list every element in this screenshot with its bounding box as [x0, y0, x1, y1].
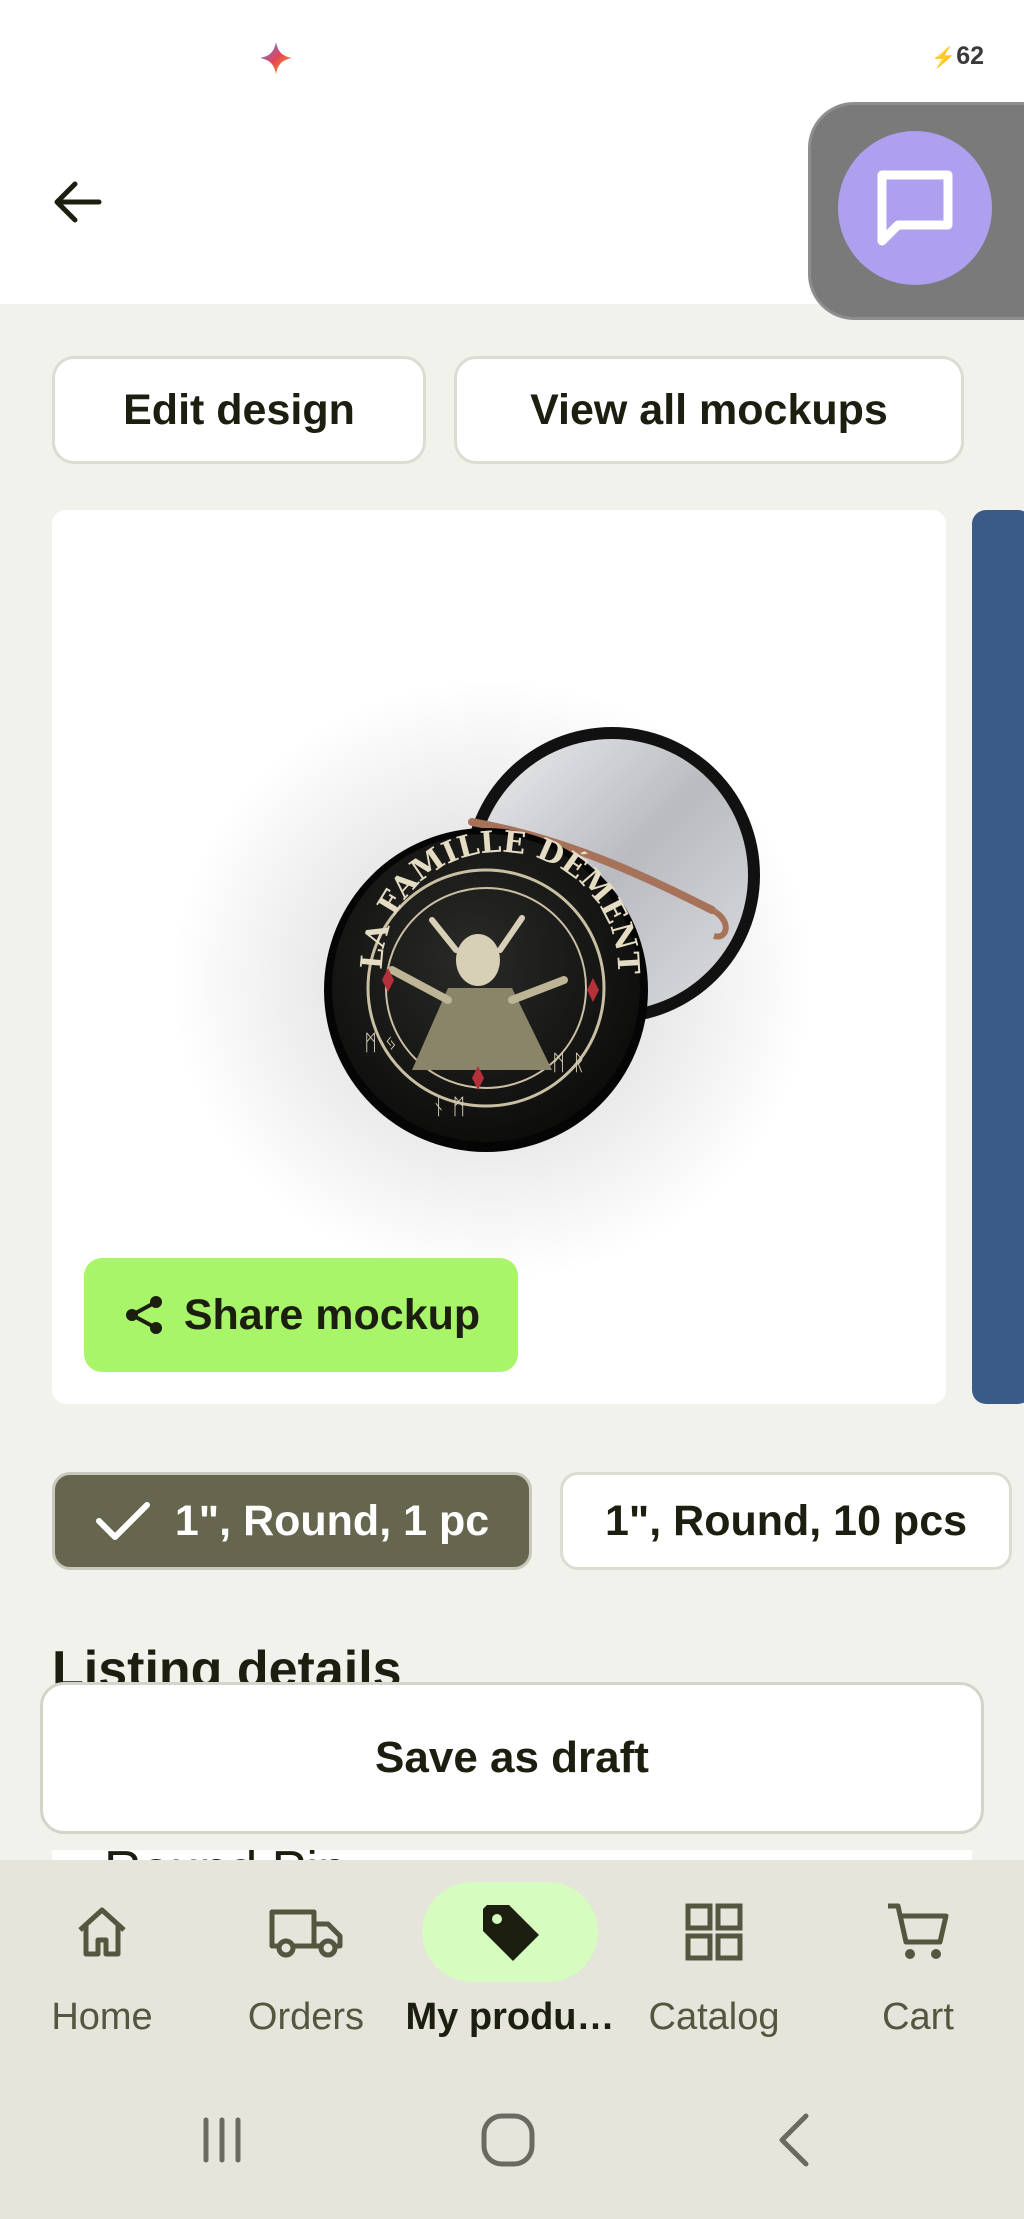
cart-icon	[888, 1903, 949, 1959]
variant-chip-1pc[interactable]: 1", Round, 1 pc	[52, 1472, 532, 1570]
nav-label: Catalog	[648, 1996, 780, 2038]
home-system-button[interactable]	[458, 2100, 558, 2180]
battery-level: 62	[956, 42, 984, 70]
nav-label: Cart	[882, 1996, 954, 2038]
mockup-card[interactable]: LA FAMILLE DÉMENTIEL ᛗ ᛃ ᛗ ᚱ ᚾ ᛗ Share m…	[52, 510, 946, 1404]
share-icon	[125, 1296, 162, 1334]
chevron-left-icon	[779, 2113, 809, 2167]
nav-orders[interactable]: Orders	[204, 1860, 408, 2060]
battery-icon: ⚡	[931, 47, 957, 69]
system-back-button[interactable]	[746, 2100, 846, 2180]
home-circle-icon	[481, 2113, 535, 2167]
nav-label: Orders	[247, 1996, 365, 2038]
chat-bubble-button[interactable]	[838, 131, 992, 285]
variant-chip-label: 1", Round, 10 pcs	[604, 1496, 968, 1545]
svg-text:ᛗ ᚱ: ᛗ ᚱ	[552, 1051, 585, 1076]
share-mockup-label: Share mockup	[183, 1290, 481, 1339]
variant-chip-10pcs[interactable]: 1", Round, 10 pcs	[560, 1472, 1012, 1570]
recent-apps-icon	[203, 2117, 241, 2163]
tag-icon	[483, 1905, 539, 1961]
back-button[interactable]	[40, 165, 114, 239]
nav-my-products[interactable]: My produ…	[405, 1860, 615, 2060]
check-icon	[95, 1502, 150, 1540]
svg-text:ᛗ ᛃ: ᛗ ᛃ	[364, 1031, 397, 1056]
nav-catalog[interactable]: Catalog	[612, 1860, 816, 2060]
svg-text:ᚾ ᛗ: ᚾ ᛗ	[432, 1095, 465, 1120]
home-icon	[78, 1907, 126, 1957]
save-as-draft-button[interactable]: Save as draft	[40, 1682, 984, 1834]
chat-icon	[877, 170, 953, 246]
share-mockup-button[interactable]: Share mockup	[84, 1258, 518, 1372]
truck-icon	[269, 1909, 343, 1958]
recent-apps-button[interactable]	[172, 2100, 272, 2180]
nav-label: My produ…	[405, 1996, 615, 2038]
view-all-mockups-button[interactable]: View all mockups	[454, 356, 964, 464]
nav-home[interactable]: Home	[0, 1860, 204, 2060]
edit-design-button[interactable]: Edit design	[52, 356, 426, 464]
battery-indicator: ⚡62	[931, 42, 984, 71]
nav-label: Home	[51, 1996, 153, 2038]
nav-cart[interactable]: Cart	[816, 1860, 1020, 2060]
arrow-left-icon	[54, 181, 102, 223]
assistant-sparkle-icon	[258, 40, 294, 76]
grid-icon	[685, 1903, 743, 1961]
next-mockup-card[interactable]	[972, 510, 1024, 1404]
variant-chip-label: 1", Round, 1 pc	[174, 1496, 490, 1545]
